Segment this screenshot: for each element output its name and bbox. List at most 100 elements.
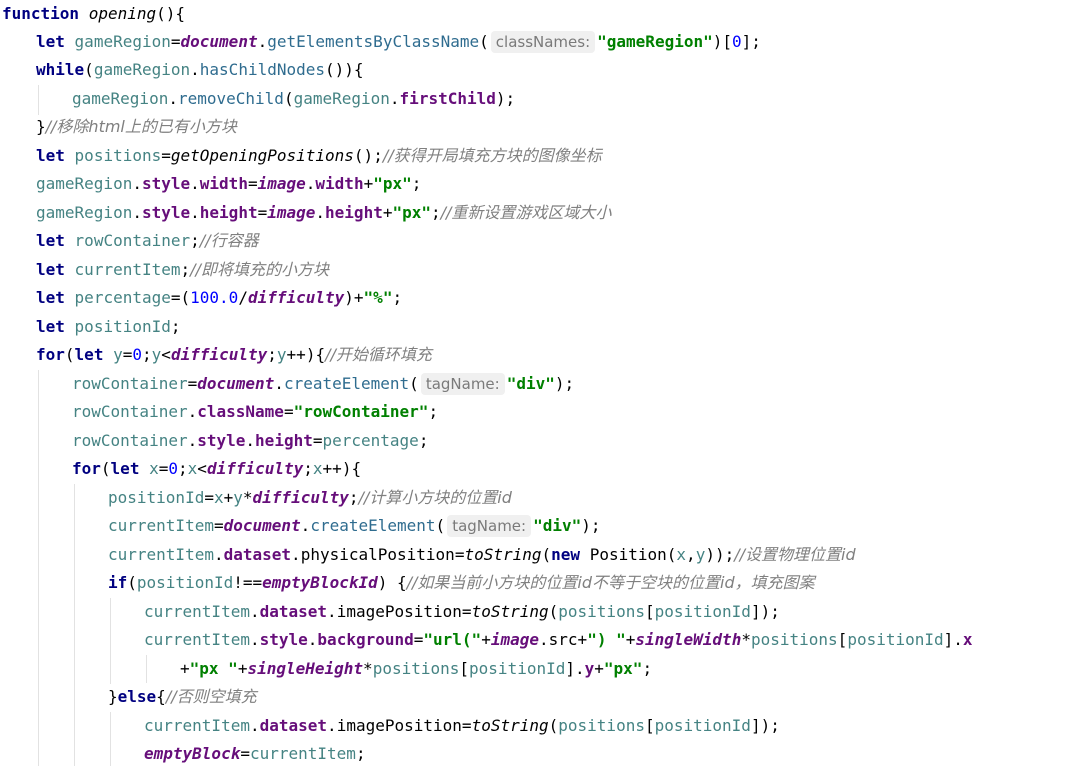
punct: ; — [178, 459, 188, 478]
code-line-16[interactable]: rowContainer.style.height=percentage; — [72, 427, 428, 455]
string: "px" — [373, 174, 412, 193]
punct: } — [108, 687, 118, 706]
punct: = — [158, 459, 169, 478]
code-line-18[interactable]: positionId=x+y*difficulty;//计算小方块的位置id — [108, 484, 512, 512]
field: firstChild — [399, 89, 496, 108]
code-line-5[interactable]: }//移除html上的已有小方块 — [36, 113, 237, 141]
property: src — [548, 630, 578, 649]
punct: . — [307, 630, 318, 649]
variable: currentItem — [108, 545, 214, 564]
field: dataset — [259, 716, 328, 735]
code-line-10[interactable]: let currentItem;//即将填充的小方块 — [36, 256, 329, 284]
property: imagePosition — [336, 716, 462, 735]
class-name: Position — [580, 545, 667, 564]
code-line-7[interactable]: gameRegion.style.width=image.width+"px"; — [36, 170, 421, 198]
number: 100.0 — [190, 288, 239, 307]
punct: )); — [705, 545, 735, 564]
string: ") " — [587, 630, 626, 649]
variable: currentItem — [144, 716, 250, 735]
code-line-19[interactable]: currentItem=document.createElement(tagNa… — [108, 512, 601, 540]
keyword: let — [36, 231, 65, 250]
punct: = — [161, 146, 171, 165]
variable: rowContainer — [74, 231, 191, 250]
punct: !== — [233, 573, 263, 592]
string: "div" — [506, 374, 555, 393]
variable: positionId — [847, 630, 944, 649]
punct: ; — [180, 260, 191, 279]
punct: . — [305, 174, 316, 193]
punct: ( — [666, 545, 677, 564]
punct: + — [223, 488, 234, 507]
punct: . — [132, 174, 142, 193]
variable: x — [676, 545, 687, 564]
code-line-1[interactable]: function opening(){ — [2, 0, 185, 28]
punct: ( — [548, 602, 559, 621]
punct: ); — [554, 374, 575, 393]
code-line-12[interactable]: let positionId; — [36, 313, 181, 341]
code-line-21[interactable]: if(positionId!==emptyBlockId) {//如果当前小方块… — [108, 569, 815, 597]
indent-guide — [74, 484, 75, 766]
global-object: image — [490, 630, 539, 649]
string: "px" — [392, 203, 431, 222]
punct: + — [625, 630, 636, 649]
field: style — [197, 431, 246, 450]
keyword: let — [110, 459, 140, 478]
variable: positionId — [654, 716, 751, 735]
function-call: toString — [464, 545, 542, 564]
punct: = — [187, 374, 198, 393]
keyword: let — [74, 345, 104, 364]
field: style — [141, 174, 191, 193]
field: y — [584, 659, 595, 678]
code-line-11[interactable]: let percentage=(100.0/difficulty)+"%"; — [36, 284, 402, 312]
code-line-17[interactable]: for(let x=0;x<difficulty;x++){ — [72, 455, 361, 483]
punct: ++){ — [286, 345, 326, 364]
code-line-3[interactable]: while(gameRegion.hasChildNodes()){ — [36, 56, 364, 84]
code-line-2[interactable]: let gameRegion=document.getElementsByCla… — [36, 28, 761, 56]
variable: y — [233, 488, 243, 507]
code-line-15[interactable]: rowContainer.className="rowContainer"; — [72, 398, 438, 426]
keyword: for — [72, 459, 101, 478]
code-line-25[interactable]: }else{//否则空填充 — [108, 683, 257, 711]
punct: { — [156, 687, 166, 706]
keyword: let — [36, 146, 65, 165]
variable: positionId — [136, 573, 234, 592]
field: dataset — [259, 602, 328, 621]
code-line-9[interactable]: let rowContainer;//行容器 — [36, 227, 259, 255]
string: "px" — [603, 659, 643, 678]
code-line-8[interactable]: gameRegion.style.height=image.height+"px… — [36, 199, 611, 227]
comment: //获得开局填充方块的图像坐标 — [382, 146, 602, 165]
punct: [ — [837, 630, 848, 649]
code-line-22[interactable]: currentItem.dataset.imagePosition=toStri… — [144, 598, 780, 626]
code-line-24[interactable]: +"px "+singleHeight*positions[positionId… — [180, 655, 652, 683]
code-line-14[interactable]: rowContainer=document.createElement(tagN… — [72, 370, 574, 398]
punct: . — [389, 89, 400, 108]
variable: y — [695, 545, 706, 564]
punct: ( — [548, 716, 559, 735]
punct: + — [481, 630, 491, 649]
global-variable: singleHeight — [247, 659, 364, 678]
punct: < — [197, 459, 207, 478]
punct: . — [327, 602, 337, 621]
global-object: document — [223, 516, 301, 535]
punct: = — [247, 174, 258, 193]
code-editor[interactable]: function opening(){ let gameRegion=docum… — [0, 0, 1077, 766]
code-line-4[interactable]: gameRegion.removeChild(gameRegion.firstC… — [72, 85, 515, 113]
punct: ( — [541, 545, 552, 564]
parameter-hint: tagName: — [420, 373, 505, 395]
punct: [ — [459, 659, 470, 678]
code-line-13[interactable]: for(let y=0;y<difficulty;y++){//开始循环填充 — [36, 341, 432, 369]
code-line-6[interactable]: let positions=getOpeningPositions();//获得… — [36, 142, 602, 170]
code-line-20[interactable]: currentItem.dataset.physicalPosition=toS… — [108, 541, 856, 569]
code-line-26[interactable]: currentItem.dataset.imagePosition=toStri… — [144, 712, 780, 740]
code-line-23[interactable]: currentItem.style.background="url("+imag… — [144, 626, 973, 654]
punct: = — [413, 630, 424, 649]
function-call: toString — [471, 716, 549, 735]
field: height — [199, 203, 258, 222]
punct: ( — [283, 89, 294, 108]
punct: + — [180, 659, 190, 678]
indent-guide — [38, 85, 39, 115]
punct: ++){ — [322, 459, 362, 478]
code-line-27[interactable]: emptyBlock=currentItem; — [144, 740, 366, 766]
method: createElement — [310, 516, 436, 535]
property: imagePosition — [336, 602, 462, 621]
